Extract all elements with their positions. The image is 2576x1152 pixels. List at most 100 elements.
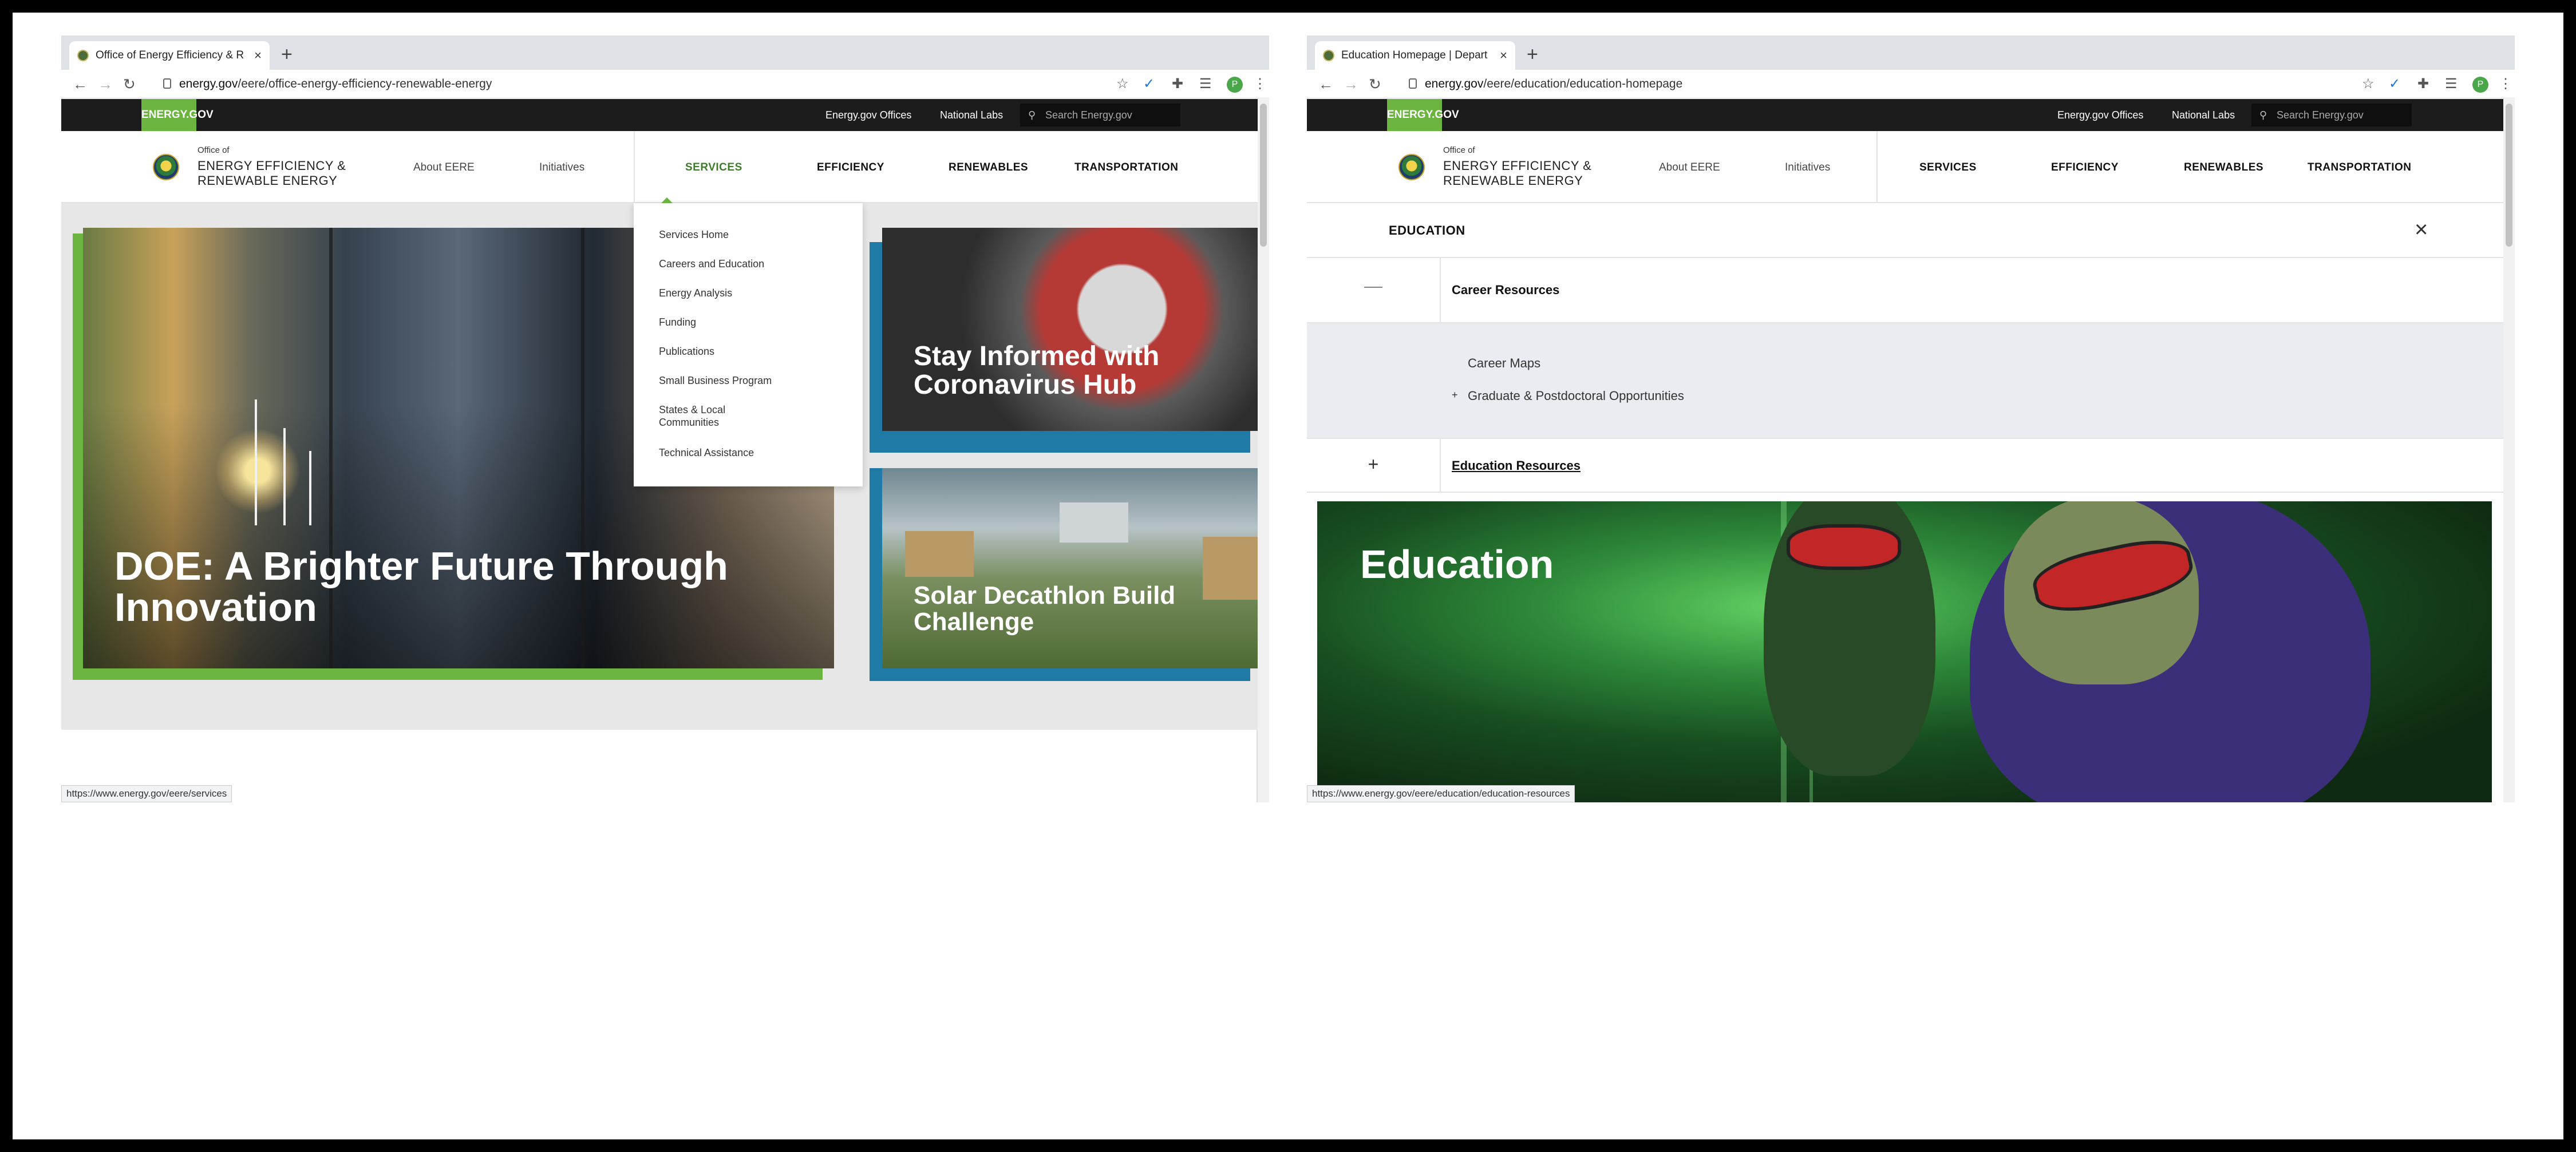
profile-avatar[interactable]: P [1227, 77, 1243, 93]
forward-arrow-icon[interactable]: → [98, 74, 113, 94]
accordion-career-resources[interactable]: — Career Resources [1307, 258, 2503, 323]
accordion-label[interactable]: Education Resources [1452, 458, 1581, 473]
util-link-offices[interactable]: Energy.gov Offices [825, 109, 911, 121]
sunset-glow [215, 428, 301, 514]
expand-plus-icon[interactable]: + [1452, 389, 1458, 401]
page-scrollbar[interactable] [1258, 99, 1269, 802]
browser-tab[interactable]: Education Homepage | Depart × [1315, 41, 1515, 70]
utility-bar: ENERGY.GOV Energy.gov Offices National L… [61, 99, 1269, 131]
dropdown-item-technical-assistance[interactable]: Technical Assistance [659, 446, 842, 459]
hero-title[interactable]: DOE: A Brighter Future Through Innovatio… [114, 545, 744, 628]
address-bar[interactable]: energy.gov/eere/office-energy-efficiency… [179, 77, 492, 91]
address-toolbar: ← → ↻ energy.gov/eere/education/educatio… [1307, 70, 2515, 98]
coronavirus-card[interactable]: Stay Informed with Coronavirus Hub [882, 228, 1269, 431]
doe-seal-logo[interactable] [153, 154, 179, 180]
coronavirus-card-title[interactable]: Stay Informed with Coronavirus Hub [914, 342, 1269, 399]
search-placeholder: Search Energy.gov [2277, 109, 2364, 121]
expand-plus-icon[interactable]: + [1307, 454, 1440, 475]
link-career-maps[interactable]: Career Maps [1468, 356, 1540, 371]
nav-initiatives[interactable]: Initiatives [1785, 161, 1830, 174]
url-path: /eere/office-energy-efficiency-renewable… [238, 77, 492, 90]
nav-efficiency[interactable]: EFFICIENCY [2051, 161, 2119, 174]
main-navigation: Office of ENERGY EFFICIENCY & RENEWABLE … [1307, 131, 2515, 203]
tab-title: Education Homepage | Depart [1341, 49, 1488, 61]
dropdown-item-careers-education[interactable]: Careers and Education [659, 258, 842, 270]
new-tab-button[interactable]: + [1527, 43, 1538, 66]
nav-transportation[interactable]: TRANSPORTATION [2308, 161, 2412, 174]
logo-office-of: Office of [1443, 145, 1475, 155]
energy-gov-brand[interactable]: ENERGY.GOV [1387, 99, 1459, 131]
nav-renewables[interactable]: RENEWABLES [949, 161, 1028, 174]
tab-strip: Office of Energy Efficiency & R × + [61, 35, 1269, 70]
browser-window-right: Education Homepage | Depart × + ← → ↻ en… [1307, 35, 2515, 802]
dropdown-item-energy-analysis[interactable]: Energy Analysis [659, 287, 842, 299]
bookmark-star-icon[interactable]: ☆ [1116, 76, 1129, 93]
back-arrow-icon[interactable]: ← [1318, 74, 1333, 94]
dropdown-item-states-local[interactable]: States & Local Communities [659, 403, 762, 429]
nav-services[interactable]: SERVICES [1919, 161, 1977, 174]
extension-check-icon[interactable]: ✓ [1143, 76, 1155, 93]
web-page: ENERGY.GOV Energy.gov Offices National L… [61, 99, 1269, 802]
util-link-offices[interactable]: Energy.gov Offices [2057, 109, 2143, 121]
search-icon: ⚲ [2259, 109, 2267, 121]
dropdown-item-funding[interactable]: Funding [659, 316, 842, 328]
solar-card-title[interactable]: Solar Decathlon Build Challenge [914, 583, 1269, 635]
doe-seal-logo[interactable] [1398, 154, 1425, 180]
url-path: /eere/education/education-homepage [1483, 77, 1683, 90]
logo-line-2[interactable]: RENEWABLE ENERGY [1443, 173, 1583, 188]
reload-icon[interactable]: ↻ [1369, 74, 1381, 94]
scrollbar-thumb[interactable] [1260, 104, 1267, 247]
education-section-header: EDUCATION × [1307, 203, 2503, 258]
address-bar[interactable]: energy.gov/eere/education/education-home… [1425, 77, 1682, 91]
dropdown-item-publications[interactable]: Publications [659, 345, 842, 358]
favicon-icon [1323, 50, 1334, 61]
close-tab-icon[interactable]: × [254, 48, 262, 63]
solar-decathlon-card[interactable]: Solar Decathlon Build Challenge [882, 468, 1269, 668]
reload-icon[interactable]: ↻ [123, 74, 136, 94]
nav-renewables[interactable]: RENEWABLES [2184, 161, 2263, 174]
page-scrollbar[interactable] [2503, 99, 2515, 802]
nav-about-eere[interactable]: About EERE [1659, 161, 1720, 174]
extensions-puzzle-icon[interactable]: ✚ [1172, 76, 1183, 93]
reading-list-icon[interactable]: ☰ [2445, 76, 2458, 93]
favicon-icon [77, 50, 89, 61]
career-resources-panel: Career Maps + Graduate & Postdoctoral Op… [1307, 323, 2503, 438]
back-arrow-icon[interactable]: ← [73, 74, 88, 94]
close-icon[interactable]: × [2415, 218, 2428, 241]
logo-line-1[interactable]: ENERGY EFFICIENCY & [197, 159, 346, 173]
nav-efficiency[interactable]: EFFICIENCY [817, 161, 884, 174]
search-input[interactable]: ⚲ Search Energy.gov [2251, 104, 2412, 126]
new-tab-button[interactable]: + [281, 43, 293, 66]
link-graduate-postdoctoral[interactable]: Graduate & Postdoctoral Opportunities [1468, 389, 1684, 403]
browser-tab[interactable]: Office of Energy Efficiency & R × [69, 41, 270, 70]
wind-turbine-image [283, 428, 286, 525]
nav-transportation[interactable]: TRANSPORTATION [1074, 161, 1179, 174]
util-link-national-labs[interactable]: National Labs [2172, 109, 2235, 121]
energy-gov-brand[interactable]: ENERGY.GOV [141, 99, 214, 131]
close-tab-icon[interactable]: × [1500, 48, 1507, 63]
dropdown-item-small-business[interactable]: Small Business Program [659, 374, 842, 387]
accordion-education-resources[interactable]: + Education Resources [1307, 438, 2503, 493]
nav-services[interactable]: SERVICES [685, 161, 742, 174]
extension-check-icon[interactable]: ✓ [2389, 76, 2400, 93]
collapse-minus-icon[interactable]: — [1307, 275, 1440, 296]
scrollbar-thumb[interactable] [2506, 104, 2512, 247]
logo-line-2[interactable]: RENEWABLE ENERGY [197, 173, 337, 188]
wind-turbine-image [255, 399, 257, 525]
dropdown-item-services-home[interactable]: Services Home [659, 228, 842, 241]
nav-about-eere[interactable]: About EERE [413, 161, 475, 174]
menu-icon[interactable]: ⋮ [1253, 76, 1267, 93]
profile-avatar[interactable]: P [2472, 77, 2488, 93]
url-host: energy.gov [179, 77, 238, 90]
logo-line-1[interactable]: ENERGY EFFICIENCY & [1443, 159, 1591, 173]
util-link-national-labs[interactable]: National Labs [940, 109, 1003, 121]
menu-icon[interactable]: ⋮ [2499, 76, 2512, 93]
accordion-label[interactable]: Career Resources [1452, 283, 1559, 298]
forward-arrow-icon[interactable]: → [1344, 74, 1358, 94]
bookmark-star-icon[interactable]: ☆ [2362, 76, 2374, 93]
extensions-puzzle-icon[interactable]: ✚ [2417, 76, 2429, 93]
accordion-divider [1440, 258, 1441, 322]
nav-initiatives[interactable]: Initiatives [539, 161, 584, 174]
search-input[interactable]: ⚲ Search Energy.gov [1020, 104, 1180, 126]
reading-list-icon[interactable]: ☰ [1199, 76, 1212, 93]
